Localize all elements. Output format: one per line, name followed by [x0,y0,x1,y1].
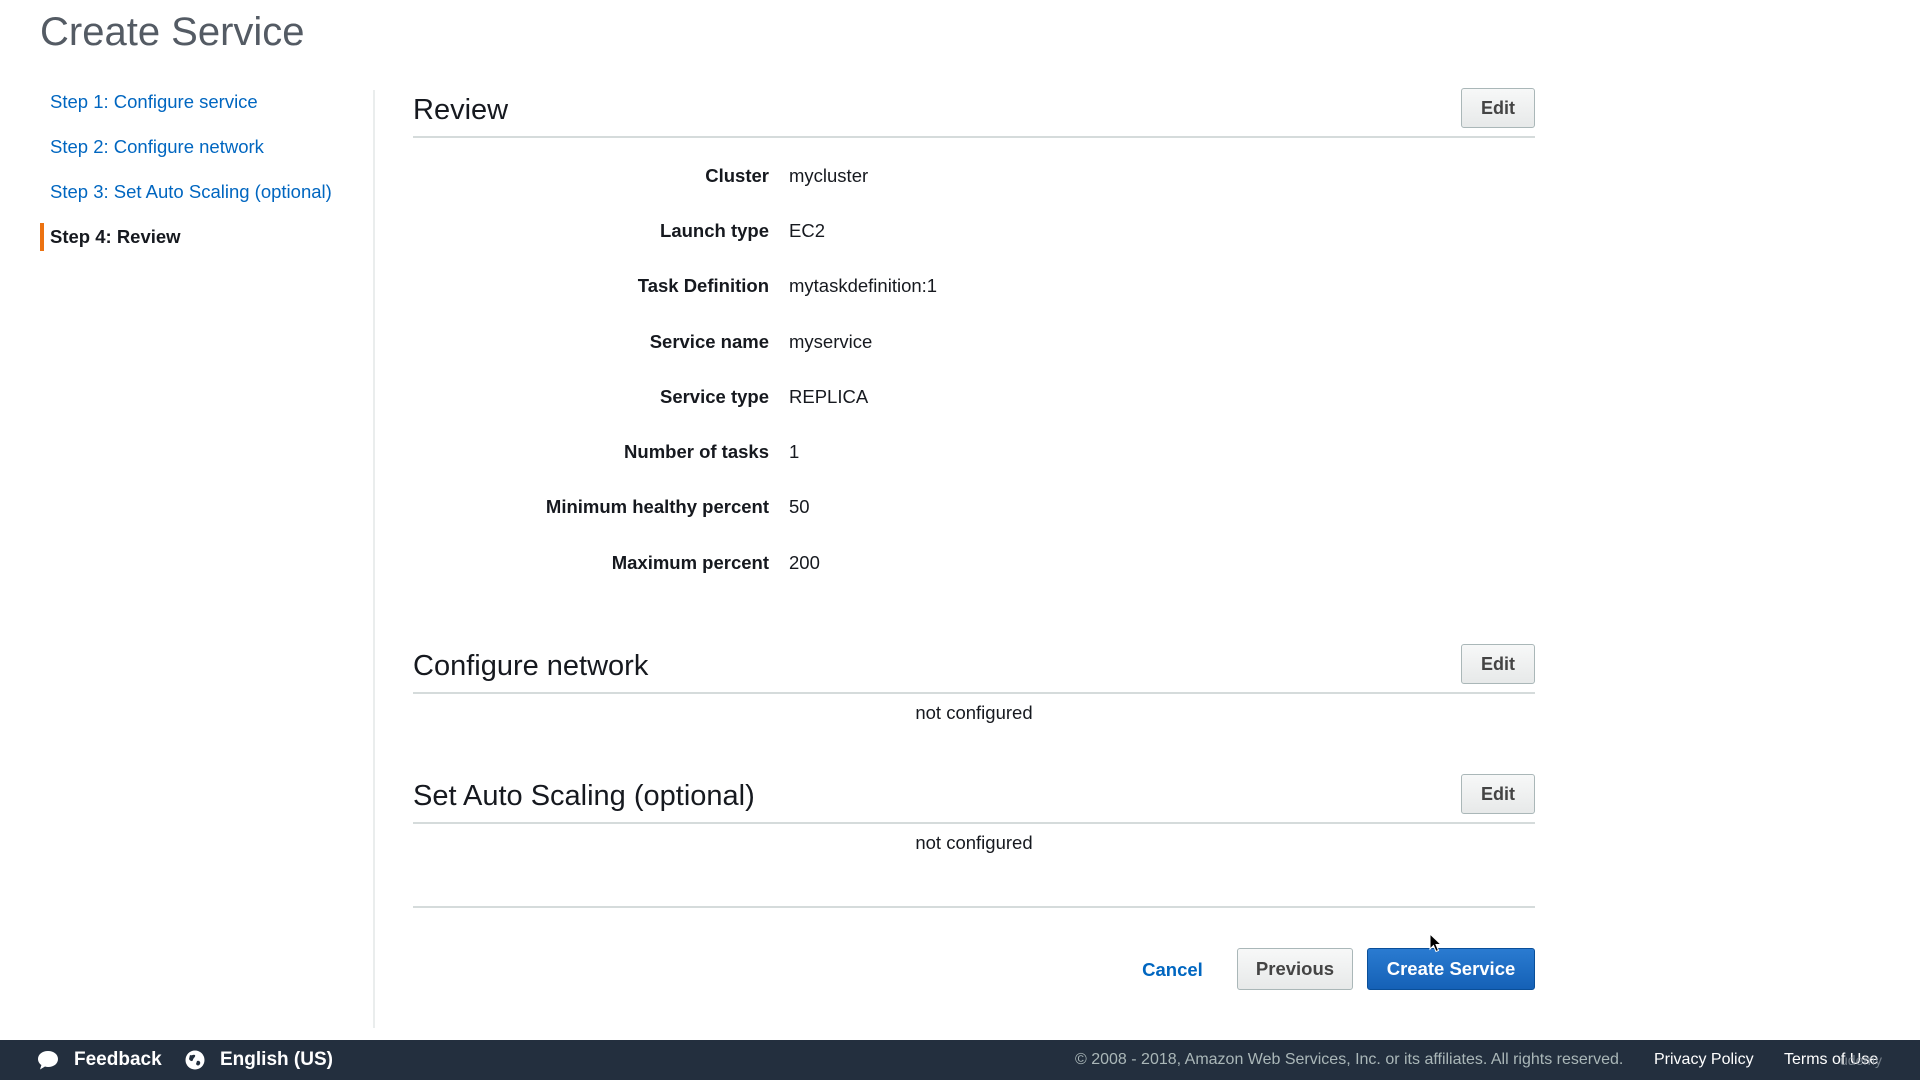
copyright-text: © 2008 - 2018, Amazon Web Services, Inc.… [1075,1051,1624,1068]
detail-label: Service type [659,385,769,407]
detail-value: 200 [789,551,820,573]
page-title: Create Service [40,10,305,54]
detail-row-minimum-healthy-percent: Minimum healthy percent 50 [413,480,1535,535]
mouse-pointer-icon [1429,933,1443,953]
detail-row-launch-type: Launch type EC2 [413,203,1535,258]
detail-label: Task Definition [637,275,769,297]
detail-label: Service name [649,330,769,352]
detail-value: 1 [789,441,800,463]
detail-label: Cluster [705,164,769,186]
detail-value: REPLICA [789,385,869,407]
console-footer: Feedback English (US) © 2008 - 2018, Ama… [0,1040,1920,1080]
detail-row-task-definition: Task Definition mytaskdefinition:1 [413,259,1535,314]
step-configure-network[interactable]: Step 2: Configure network [40,129,370,174]
detail-row-cluster: Cluster mycluster [413,148,1535,203]
main-content: Review Edit Cluster mycluster Launch typ… [413,86,1535,854]
cancel-button[interactable]: Cancel [1130,950,1215,990]
step-set-auto-scaling[interactable]: Step 3: Set Auto Scaling (optional) [40,174,370,219]
detail-label: Minimum healthy percent [545,496,769,518]
language-selector[interactable]: English (US) [184,1040,333,1080]
network-section-header: Configure network Edit [413,642,1535,695]
review-section: Review Edit Cluster mycluster Launch typ… [413,86,1535,590]
autoscaling-section-title: Set Auto Scaling (optional) [413,780,755,813]
review-details: Cluster mycluster Launch type EC2 Task D… [413,148,1535,590]
review-section-header: Review Edit [413,86,1535,138]
review-edit-button[interactable]: Edit [1461,88,1535,128]
language-label: English (US) [220,1049,333,1070]
previous-button[interactable]: Previous [1237,948,1353,990]
detail-label: Number of tasks [624,441,769,463]
autoscaling-section-header: Set Auto Scaling (optional) Edit [413,772,1535,825]
network-status: not configured [915,702,1033,724]
detail-value: mycluster [789,164,869,186]
detail-value: mytaskdefinition:1 [789,275,938,297]
globe-icon [185,1050,205,1070]
create-service-button[interactable]: Create Service [1367,948,1535,990]
detail-value: 50 [789,496,810,518]
detail-value: EC2 [789,219,825,241]
autoscaling-status: not configured [915,832,1033,854]
auto-scaling-section: Set Auto Scaling (optional) Edit not con… [413,772,1535,854]
privacy-policy-link[interactable]: Privacy Policy [1654,1040,1754,1080]
detail-row-service-name: Service name myservice [413,314,1535,369]
speech-bubble-icon [38,1051,58,1070]
detail-label: Maximum percent [611,551,769,573]
review-section-title: Review [413,94,509,126]
actions-divider [413,906,1535,908]
detail-label: Launch type [660,219,769,241]
feedback-link[interactable]: Feedback [36,1040,162,1080]
sidebar-divider [373,90,375,1028]
autoscaling-edit-button[interactable]: Edit [1461,774,1535,815]
feedback-label: Feedback [74,1049,162,1070]
detail-row-maximum-percent: Maximum percent 200 [413,535,1535,590]
configure-network-section: Configure network Edit not configured [413,642,1535,724]
detail-value: myservice [789,330,873,352]
step-configure-service[interactable]: Step 1: Configure service [40,84,370,129]
detail-row-number-of-tasks: Number of tasks 1 [413,424,1535,479]
step-review: Step 4: Review [40,219,370,264]
network-edit-button[interactable]: Edit [1461,644,1535,685]
udemy-watermark: udemy [1840,1052,1883,1068]
network-section-title: Configure network [413,650,649,683]
detail-row-service-type: Service type REPLICA [413,369,1535,424]
wizard-steps-nav: Step 1: Configure service Step 2: Config… [40,84,370,264]
